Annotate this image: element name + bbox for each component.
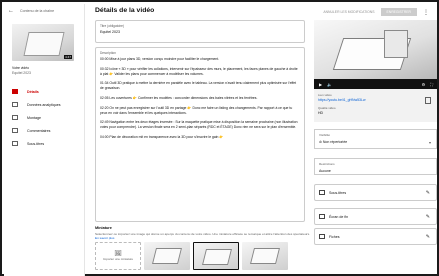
back-label[interactable]: Contenu de la chaîne — [20, 9, 54, 13]
duration-badge: 4:47 — [64, 55, 72, 59]
play-icon[interactable]: ▶ — [319, 82, 322, 87]
title-field-value[interactable]: Equitel 2023 — [100, 30, 120, 34]
description-text[interactable]: 00:00 Mise à jour plans 3D, version conç… — [100, 57, 300, 145]
description-paragraph: 00:32 Icône « 3D » pour vérifier les col… — [100, 66, 298, 76]
thumbnail-model — [23, 32, 65, 56]
learn-more-link[interactable]: En savoir plus — [95, 236, 114, 240]
title-field[interactable]: Titre (obligatoire) Equitel 2023 — [95, 20, 305, 43]
player-controls: ▶ 🔈 ⚙ ⛶ — [314, 79, 437, 89]
subtitles-card-label: Sous-titres — [329, 190, 347, 195]
subtitles-icon — [12, 141, 18, 146]
description-paragraph: 04:00 Plan de décoration mit en transpar… — [100, 134, 224, 139]
thumbnails-description: Sélectionnez ou importez une image qui d… — [95, 232, 310, 240]
visibility-value-text: Non répertoriée — [322, 140, 348, 144]
video-quality-label: Qualité vidéo — [318, 106, 336, 110]
main-panel: Détails de la vidéo ANNULER LES MODIFICA… — [85, 4, 437, 276]
sidebar-item-details[interactable]: Détails — [4, 85, 84, 98]
visibility-value: ⊘ Non répertoriée — [319, 140, 347, 144]
sidebar-nav: Détails Données analytiques Montage Comm… — [4, 85, 84, 150]
video-thumbnail[interactable]: 4:47 — [12, 24, 74, 61]
description-paragraph: 00:00 Mise à jour plans 3D, version conç… — [100, 57, 220, 61]
visibility-select[interactable]: Visibilité ⊘ Non répertoriée ▾ — [314, 129, 437, 149]
subtitles-icon — [319, 190, 325, 195]
info-icon — [319, 234, 325, 239]
pencil-icon — [12, 89, 18, 94]
video-quality-value: HD — [318, 111, 324, 115]
thumbnails-title: Miniature — [95, 226, 112, 230]
settings-icon[interactable]: ⚙ — [422, 82, 426, 87]
thumbnail-model — [250, 248, 280, 264]
sidebar: ← Contenu de la chaîne 4:47 Votre vidéo … — [4, 4, 85, 276]
preview-wall — [384, 30, 408, 58]
window-frame: ← Contenu de la chaîne 4:47 Votre vidéo … — [0, 0, 439, 276]
more-vert-icon[interactable]: ⋮ — [423, 9, 429, 16]
end-screen-card-label: Écran de fin — [329, 214, 349, 219]
info-cards-card[interactable]: Fiches ✎ — [314, 228, 437, 245]
undo-button[interactable]: ANNULER LES MODIFICATIONS — [323, 10, 374, 14]
meta-value: Equitel 2023 — [12, 71, 31, 75]
copy-icon[interactable] — [425, 97, 431, 104]
thumbnail-option[interactable] — [144, 242, 190, 270]
save-button[interactable]: ENREGISTRER — [380, 8, 417, 16]
comment-icon — [12, 128, 18, 133]
chevron-down-icon: ▾ — [428, 140, 431, 145]
sidebar-item-analytics[interactable]: Données analytiques — [4, 98, 84, 111]
sidebar-header[interactable]: ← Contenu de la chaîne — [4, 4, 84, 18]
editor-icon — [12, 115, 18, 120]
info-cards-label: Fiches — [329, 234, 340, 239]
thumbnails-description-text: Sélectionnez ou importez une image qui d… — [95, 232, 310, 236]
description-paragraph: 02:05 Les ouvertures 👉 Confirmer les mod… — [100, 95, 258, 100]
sidebar-item-comments[interactable]: Commentaires — [4, 124, 84, 137]
description-paragraph: 02:49 Navigation entre les deux étages i… — [100, 120, 298, 130]
end-screen-icon — [319, 214, 325, 219]
video-link-label: Lien vidéo — [318, 93, 332, 97]
upload-thumbnail-label: Importer une miniature — [102, 257, 134, 261]
thumbnail-options: 🖼 Importer une miniature — [95, 242, 288, 270]
pencil-icon[interactable]: ✎ — [426, 214, 430, 220]
visibility-label: Visibilité — [319, 133, 330, 137]
upload-thumbnail-button[interactable]: 🖼 Importer une miniature — [95, 242, 141, 270]
sidebar-item-label: Commentaires — [27, 128, 51, 133]
description-field[interactable]: Description 00:00 Mise à jour plans 3D, … — [95, 47, 305, 222]
sidebar-item-label: Montage — [27, 115, 41, 120]
analytics-icon — [12, 102, 18, 107]
sidebar-item-editor[interactable]: Montage — [4, 111, 84, 124]
video-preview[interactable]: ▶ 🔈 ⚙ ⛶ — [314, 20, 437, 89]
sidebar-item-subtitles[interactable]: Sous-titres — [4, 137, 84, 150]
title-field-label: Titre (obligatoire) — [100, 24, 124, 28]
fullscreen-icon[interactable]: ⛶ — [430, 82, 433, 87]
description-paragraph: 02:20 On ne peut pas enregistrer sur l'o… — [100, 105, 293, 115]
thumbnail-model — [202, 249, 232, 265]
video-link[interactable]: https://youtu.be/i1_gHNw53Lw — [318, 98, 365, 102]
page-title: Détails de la vidéo — [95, 7, 155, 14]
pencil-icon[interactable]: ✎ — [426, 234, 430, 240]
thumbnail-option[interactable] — [242, 242, 288, 270]
description-paragraph: 01:34 Outil 3D pratique à mettre la dern… — [100, 81, 297, 91]
thumbnail-model — [152, 248, 182, 264]
restrictions-field[interactable]: Restrictions Aucune — [314, 158, 437, 175]
end-screen-card[interactable]: Écran de fin ✎ — [314, 208, 437, 225]
video-meta: Votre vidéo Equitel 2023 — [4, 61, 84, 76]
sidebar-item-label: Données analytiques — [27, 102, 61, 107]
sidebar-item-label: Détails — [27, 89, 39, 94]
restrictions-label: Restrictions — [319, 162, 335, 166]
volume-icon[interactable]: 🔈 — [327, 82, 332, 87]
pencil-icon[interactable]: ✎ — [426, 190, 430, 196]
thumbnail-option-selected[interactable] — [193, 242, 239, 270]
back-arrow-icon[interactable]: ← — [8, 8, 14, 14]
description-label: Description — [100, 51, 116, 55]
video-info: Lien vidéo https://youtu.be/i1_gHNw53Lw … — [314, 89, 437, 122]
header-actions: ANNULER LES MODIFICATIONS ENREGISTRER ⋮ — [323, 8, 429, 16]
subtitles-card[interactable]: Sous-titres ✎ — [314, 184, 437, 201]
sidebar-item-label: Sous-titres — [27, 141, 45, 146]
restrictions-value: Aucune — [319, 169, 331, 173]
